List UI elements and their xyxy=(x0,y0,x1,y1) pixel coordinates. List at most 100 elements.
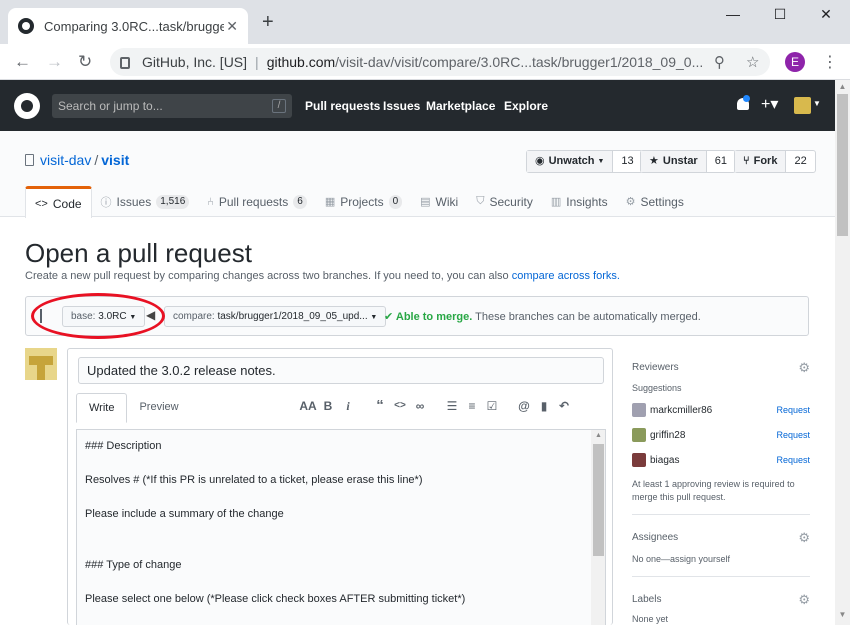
reviewer-avatar xyxy=(632,428,646,442)
url-text: github.com/visit-dav/visit/compare/3.0RC… xyxy=(266,54,704,70)
eye-icon: ◉ xyxy=(535,155,545,167)
unwatch-button[interactable]: ◉ Unwatch ▼ 13 xyxy=(526,150,643,173)
check-icon: ✔ xyxy=(384,311,394,323)
reviewers-heading[interactable]: Reviewers xyxy=(632,362,679,373)
tab-pull-requests[interactable]: ⑃ Pull requests 6 xyxy=(198,186,316,217)
chevron-down-icon: ▼ xyxy=(597,158,605,165)
reload-icon[interactable]: ↻ xyxy=(78,52,92,72)
code-icon[interactable]: <> xyxy=(390,398,410,414)
tab-insights[interactable]: ▥ Insights xyxy=(542,186,617,217)
user-avatar[interactable] xyxy=(794,97,811,114)
reviewer-row: griffin28 Request xyxy=(632,428,810,442)
tab-settings[interactable]: ⚙ Settings xyxy=(617,186,693,217)
request-review-link[interactable]: Request xyxy=(776,405,810,415)
address-bar[interactable]: GitHub, Inc. [US] | github.com/visit-dav… xyxy=(110,48,770,76)
italic-icon[interactable]: i xyxy=(338,398,358,414)
tab-preview[interactable]: Preview xyxy=(127,393,190,423)
page-subtitle: Create a new pull request by comparing c… xyxy=(25,270,620,282)
nav-pull-requests[interactable]: Pull requests xyxy=(305,99,380,113)
zoom-search-icon[interactable]: ⚲ xyxy=(714,53,725,71)
user-menu-caret-icon[interactable]: ▼ xyxy=(813,99,821,108)
reviewer-name: griffin28 xyxy=(650,429,686,441)
github-header: Search or jump to... / Pull requests Iss… xyxy=(0,80,835,131)
star-count[interactable]: 61 xyxy=(707,151,735,172)
tab-close-icon[interactable]: ✕ xyxy=(226,18,238,35)
profile-avatar[interactable]: E xyxy=(785,52,805,72)
heading-icon[interactable]: AA xyxy=(298,398,318,414)
browser-toolbar: ← → ↻ GitHub, Inc. [US] | github.com/vis… xyxy=(0,44,850,80)
github-logo-icon[interactable] xyxy=(14,93,40,119)
fork-button[interactable]: ⑂ Fork 22 xyxy=(734,150,816,173)
create-new-icon[interactable]: +▾ xyxy=(761,94,778,114)
maximize-icon[interactable]: ☐ xyxy=(757,6,803,23)
window-close-icon[interactable]: ✕ xyxy=(803,6,849,23)
tab-projects[interactable]: ▦ Projects 0 xyxy=(316,186,411,217)
nav-marketplace[interactable]: Marketplace xyxy=(426,99,495,113)
search-input[interactable]: Search or jump to... / xyxy=(52,94,292,118)
issue-icon: ⓘ xyxy=(100,196,112,209)
repo-owner-link[interactable]: visit-dav xyxy=(40,152,91,168)
browser-menu-icon[interactable]: ⋮ xyxy=(822,52,838,72)
reviewers-gear-icon[interactable]: ⚙ xyxy=(798,360,810,376)
nav-issues[interactable]: Issues xyxy=(383,99,420,113)
bulleted-list-icon[interactable]: ☰ xyxy=(442,398,462,414)
nav-explore[interactable]: Explore xyxy=(504,99,548,113)
task-list-icon[interactable]: ☑ xyxy=(482,398,502,414)
annotation-circle xyxy=(31,293,165,339)
tab-title: Comparing 3.0RC...task/brugger1 xyxy=(44,18,224,34)
tab-security[interactable]: ⛉ Security xyxy=(467,186,542,217)
browser-titlebar: Comparing 3.0RC...task/brugger1 ✕ + — ☐ … xyxy=(0,0,850,44)
labels-value: None yet xyxy=(632,614,669,624)
reviewer-name: biagas xyxy=(650,454,680,466)
assignees-heading[interactable]: Assignees xyxy=(632,532,678,543)
scroll-down-icon[interactable]: ▼ xyxy=(835,610,850,619)
compare-across-forks-link[interactable]: compare across forks. xyxy=(512,270,620,282)
bold-icon[interactable]: B xyxy=(318,398,338,414)
request-review-link[interactable]: Request xyxy=(776,455,810,465)
bookmark-star-icon[interactable]: ☆ xyxy=(746,53,759,71)
quote-icon[interactable]: “ xyxy=(370,398,390,414)
body-line: ### Type of change xyxy=(85,559,182,571)
new-tab-icon[interactable]: + xyxy=(262,12,274,32)
textarea-scrollbar-thumb[interactable] xyxy=(593,444,604,556)
fork-count[interactable]: 22 xyxy=(786,151,814,172)
forward-icon[interactable]: → xyxy=(46,52,63,72)
pr-composer: Updated the 3.0.2 release notes. Write P… xyxy=(67,348,613,625)
watch-count[interactable]: 13 xyxy=(613,151,641,172)
repo-name-link[interactable]: visit xyxy=(101,152,129,168)
bookmark-icon[interactable]: ▮ xyxy=(534,398,554,414)
merge-status: ✔ Able to merge. These branches can be a… xyxy=(384,311,701,323)
body-line: Resolves # (*If this PR is unrelated to … xyxy=(85,474,423,486)
body-line: ### Description xyxy=(85,440,162,452)
browser-tab[interactable]: Comparing 3.0RC...task/brugger1 ✕ xyxy=(8,8,248,44)
tab-code[interactable]: <> Code xyxy=(25,186,92,218)
tab-wiki[interactable]: ▤ Wiki xyxy=(411,186,467,217)
reviewer-row: markcmiller86 Request xyxy=(632,403,810,417)
page-scrollbar-thumb[interactable] xyxy=(837,94,848,236)
review-requirement-note: At least 1 approving review is required … xyxy=(632,479,795,502)
tab-issues[interactable]: ⓘ Issues 1,516 xyxy=(92,186,199,217)
minimize-icon[interactable]: — xyxy=(710,6,756,22)
request-review-link[interactable]: Request xyxy=(776,430,810,440)
unstar-button[interactable]: ★ Unstar 61 xyxy=(640,150,736,173)
textarea-scroll-up-icon[interactable]: ▲ xyxy=(591,432,605,439)
project-icon: ▦ xyxy=(324,196,336,208)
reviewer-row: biagas Request xyxy=(632,453,810,467)
assignees-gear-icon[interactable]: ⚙ xyxy=(798,530,810,546)
link-icon[interactable]: ∞ xyxy=(410,398,430,414)
reply-arrow-icon[interactable]: ↶ xyxy=(554,398,574,414)
numbered-list-icon[interactable]: ≡ xyxy=(462,398,482,414)
compare-branch-select[interactable]: compare: task/brugger1/2018_09_05_upd...… xyxy=(164,306,387,327)
pr-title-input[interactable]: Updated the 3.0.2 release notes. xyxy=(78,357,604,384)
back-icon[interactable]: ← xyxy=(14,52,31,72)
assign-yourself-link[interactable]: No one—assign yourself xyxy=(632,554,730,564)
labels-heading[interactable]: Labels xyxy=(632,594,661,605)
gear-icon: ⚙ xyxy=(625,196,636,208)
labels-gear-icon[interactable]: ⚙ xyxy=(798,592,810,608)
pr-body-textarea[interactable]: ### Description Resolves # (*If this PR … xyxy=(76,429,606,625)
mention-icon[interactable]: @ xyxy=(514,398,534,414)
pr-counter: 6 xyxy=(293,194,307,209)
reviewer-avatar xyxy=(632,403,646,417)
scroll-up-icon[interactable]: ▲ xyxy=(835,82,850,91)
tab-write[interactable]: Write xyxy=(76,393,128,423)
